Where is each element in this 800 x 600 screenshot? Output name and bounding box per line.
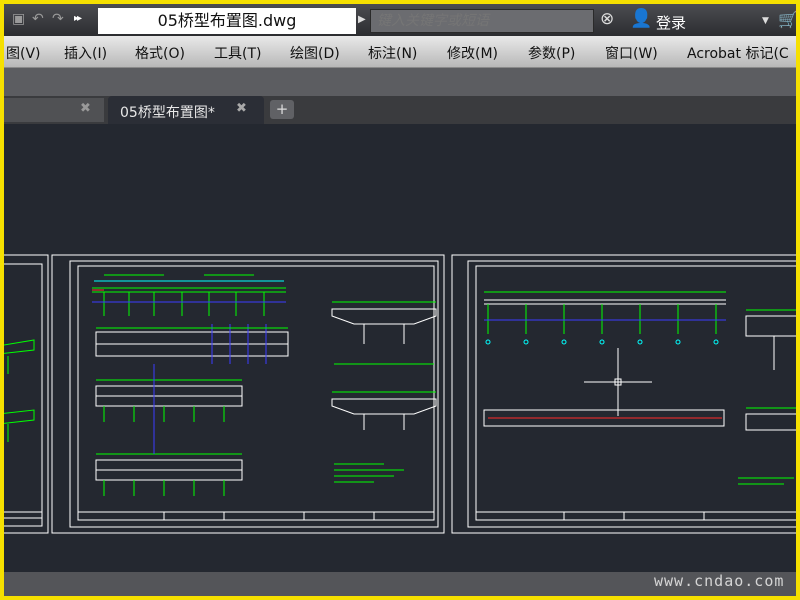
cad-drawing: [4, 254, 796, 534]
save-icon[interactable]: ▣: [12, 11, 25, 27]
close-icon[interactable]: ✖: [236, 101, 247, 116]
close-icon[interactable]: ✖: [80, 101, 91, 116]
menu-view[interactable]: 图(V): [6, 43, 41, 63]
tab-active-file[interactable]: 05桥型布置图* ✖: [108, 96, 264, 124]
cart-icon[interactable]: 🛒: [778, 10, 796, 29]
menu-acrobat-markup[interactable]: Acrobat 标记(C: [687, 43, 789, 63]
search-input[interactable]: [370, 9, 594, 33]
menu-dimension[interactable]: 标注(N): [368, 43, 417, 63]
title-bar: ▣ ↶ ↷ ▸▸ 05桥型布置图.dwg ▶ ⊗ 👤 登录 ▼ 🛒: [4, 4, 796, 36]
watermark-text: www.cndao.com: [654, 572, 785, 590]
document-title: 05桥型布置图.dwg: [98, 8, 356, 34]
triangle-right-icon[interactable]: ▶: [358, 14, 366, 25]
menu-format[interactable]: 格式(O): [135, 43, 185, 63]
ribbon-strip: [4, 68, 796, 96]
undo-icon[interactable]: ↶: [32, 11, 44, 27]
menu-parametric[interactable]: 参数(P): [528, 43, 575, 63]
binoculars-icon[interactable]: ⊗: [600, 9, 614, 29]
menu-bar: 图(V) 插入(I) 格式(O) 工具(T) 绘图(D) 标注(N) 修改(M)…: [4, 36, 796, 68]
sheet-middle: [51, 254, 445, 534]
menu-draw[interactable]: 绘图(D): [290, 43, 340, 63]
chevron-down-icon[interactable]: ▼: [762, 16, 769, 26]
menu-window[interactable]: 窗口(W): [605, 43, 658, 63]
menu-insert[interactable]: 插入(I): [64, 43, 107, 63]
tab-active-label: 05桥型布置图*: [120, 105, 215, 121]
login-button[interactable]: 登录: [656, 12, 686, 33]
sheet-left-partial: [4, 254, 49, 534]
tab-previous-file[interactable]: ✖: [4, 98, 104, 122]
file-tab-bar: ✖ 05桥型布置图* ✖ +: [4, 96, 796, 124]
cad-crosshair: [584, 348, 652, 416]
qat-overflow-icon[interactable]: ▸▸: [74, 13, 82, 24]
sheet-right: [451, 254, 796, 534]
menu-modify[interactable]: 修改(M): [447, 43, 498, 63]
redo-icon[interactable]: ↷: [52, 11, 64, 27]
menu-tools[interactable]: 工具(T): [214, 43, 261, 63]
autocad-window: ▣ ↶ ↷ ▸▸ 05桥型布置图.dwg ▶ ⊗ 👤 登录 ▼ 🛒 图(V) 插…: [4, 4, 796, 596]
user-icon[interactable]: 👤: [630, 8, 652, 29]
new-tab-button[interactable]: +: [270, 100, 294, 119]
drawing-canvas[interactable]: [4, 124, 796, 572]
quick-access-toolbar[interactable]: ▣ ↶ ↷ ▸▸: [4, 4, 96, 36]
